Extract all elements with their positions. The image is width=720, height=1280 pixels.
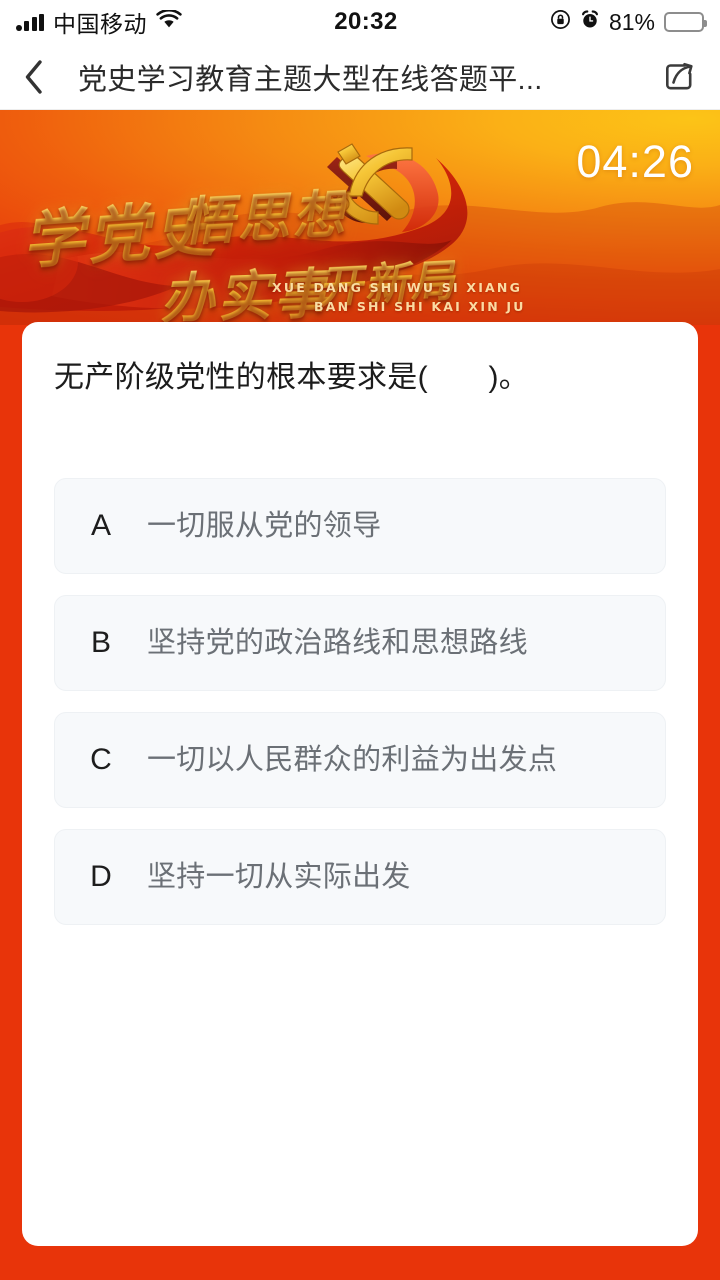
wifi-icon bbox=[156, 8, 182, 34]
battery-percent-label: 81% bbox=[608, 8, 655, 35]
banner-calligraphy-line-1b: 悟思想 bbox=[180, 172, 349, 256]
status-bar-center: 20:32 bbox=[182, 8, 550, 36]
clock-label: 20:32 bbox=[334, 8, 398, 35]
share-icon bbox=[666, 62, 693, 89]
quiz-app-screen: 中国移动 20:32 81% 党史学习教育主题大型在线答题平... 学党史 悟思… bbox=[0, 0, 720, 1280]
option-text: 一切服从党的领导 bbox=[147, 509, 382, 542]
option-text: 坚持党的政治路线和思想路线 bbox=[147, 626, 528, 659]
status-bar: 中国移动 20:32 81% bbox=[0, 0, 720, 44]
banner-pinyin-line-1: XUE DANG SHI WU SI XIANG bbox=[272, 280, 523, 295]
theme-banner: 学党史 悟思想 办实事 开新局 XUE DANG SHI WU SI XIANG… bbox=[0, 110, 720, 325]
option-text: 一切以人民群众的利益为出发点 bbox=[147, 743, 558, 776]
banner-pinyin: XUE DANG SHI WU SI XIANG BAN SHI SHI KAI… bbox=[272, 278, 526, 317]
alarm-clock-icon bbox=[580, 9, 600, 35]
battery-full-icon bbox=[664, 12, 707, 32]
option-letter: D bbox=[90, 860, 112, 894]
page-title: 党史学习教育主题大型在线答题平... bbox=[78, 63, 543, 96]
answer-options-list: A 一切服从党的领导 B 坚持党的政治路线和思想路线 C 一切以人民群众的利益为… bbox=[54, 478, 666, 926]
share-button[interactable] bbox=[652, 58, 698, 96]
option-letter: C bbox=[90, 743, 112, 777]
question-text: 无产阶级党性的根本要求是( )。 bbox=[54, 361, 530, 394]
signal-bars-icon bbox=[16, 13, 44, 31]
banner-pinyin-line-2: BAN SHI SHI KAI XIN JU bbox=[314, 299, 526, 315]
chevron-left-icon bbox=[25, 59, 42, 94]
answer-option-c[interactable]: C 一切以人民群众的利益为出发点 bbox=[54, 712, 666, 809]
option-text: 坚持一切从实际出发 bbox=[147, 860, 411, 893]
answer-option-a[interactable]: A 一切服从党的领导 bbox=[54, 478, 666, 575]
status-bar-right: 81% bbox=[550, 8, 707, 36]
question-card: 无产阶级党性的根本要求是( )。 A 一切服从党的领导 B 坚持党的政治路线和思… bbox=[22, 322, 698, 1246]
option-letter: B bbox=[90, 626, 111, 660]
rotation-lock-icon bbox=[550, 9, 571, 35]
answer-option-b[interactable]: B 坚持党的政治路线和思想路线 bbox=[54, 595, 666, 692]
status-bar-left: 中国移动 bbox=[16, 5, 182, 39]
option-letter: A bbox=[90, 509, 111, 543]
carrier-label: 中国移动 bbox=[53, 11, 147, 37]
navigation-bar: 党史学习教育主题大型在线答题平... bbox=[0, 44, 720, 110]
back-button[interactable] bbox=[24, 59, 68, 94]
countdown-timer: 04:26 bbox=[576, 136, 694, 187]
answer-option-d[interactable]: D 坚持一切从实际出发 bbox=[54, 829, 666, 926]
